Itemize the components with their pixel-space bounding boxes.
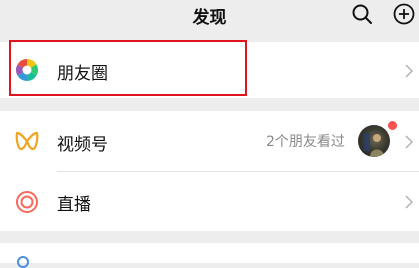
live-label: 直播	[57, 195, 91, 215]
menu-item-channels[interactable]: 视频号	[0, 111, 419, 171]
menu-item-live[interactable]: 直播	[0, 172, 419, 231]
channels-label: 视频号	[57, 135, 108, 155]
highlight-box	[9, 40, 247, 96]
menu-item-partial[interactable]	[0, 243, 419, 268]
top-bar: 发现	[0, 0, 419, 30]
friend-avatar	[358, 125, 390, 157]
chevron-right-icon	[405, 134, 414, 153]
friends-viewed-text: 2个朋友看过	[266, 134, 345, 150]
search-icon[interactable]	[350, 2, 374, 30]
chevron-right-icon	[405, 194, 414, 213]
chevron-right-icon	[405, 63, 414, 82]
partial-item-icon	[17, 256, 29, 268]
channels-icon	[15, 130, 39, 156]
live-icon	[15, 190, 39, 218]
new-badge-dot	[388, 121, 397, 130]
add-circle-icon[interactable]	[392, 2, 416, 30]
